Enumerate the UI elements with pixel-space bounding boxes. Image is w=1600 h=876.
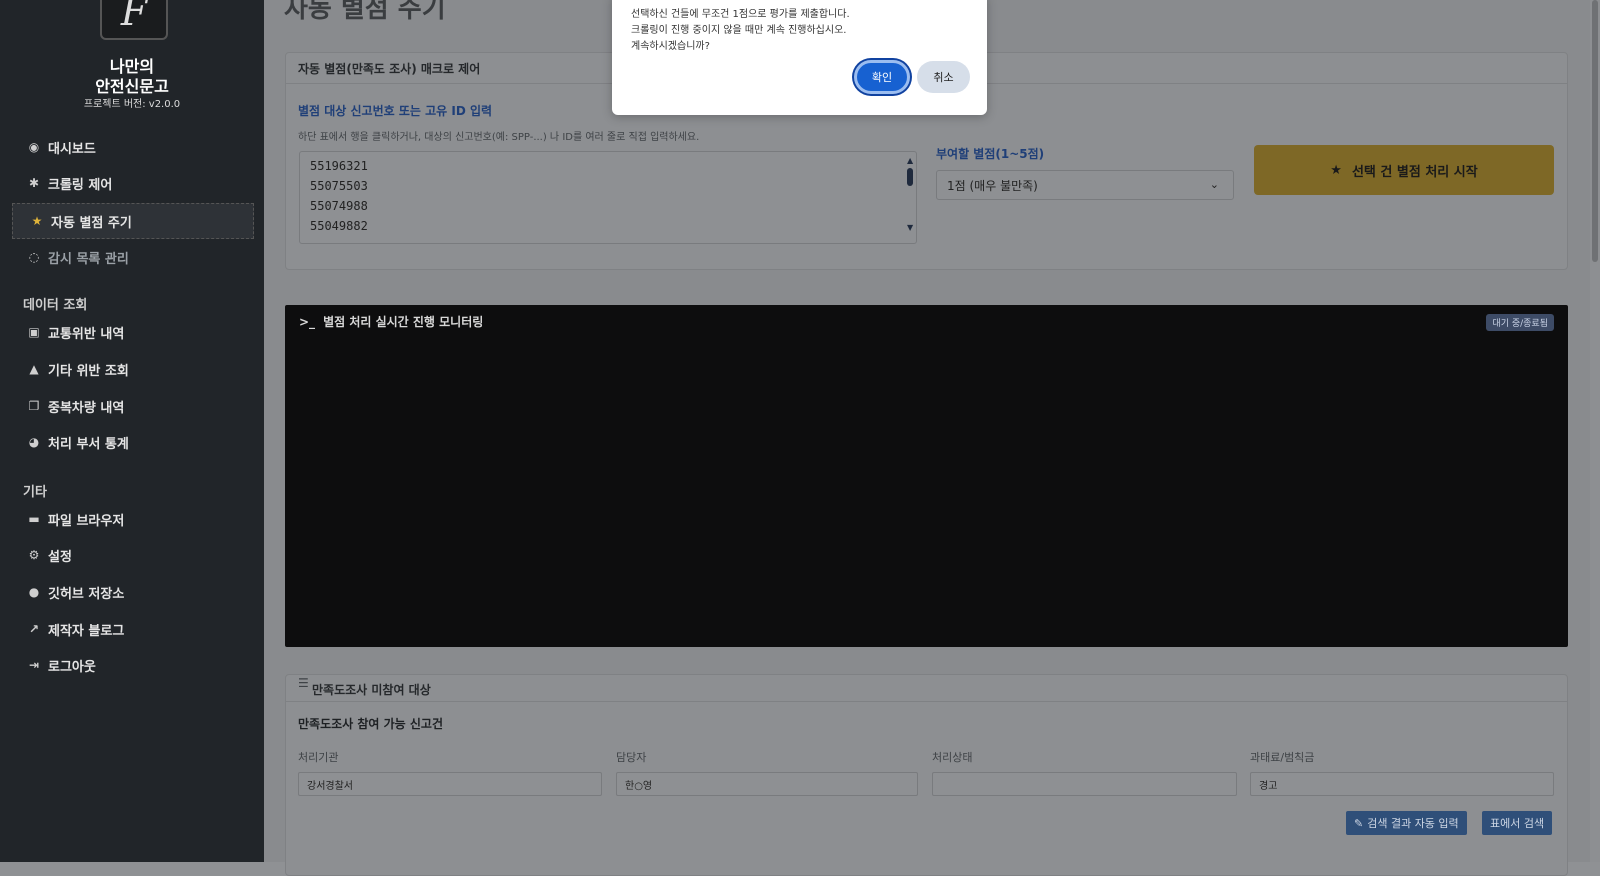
star-icon: ★ bbox=[1330, 162, 1342, 178]
eye-icon: ◌ bbox=[28, 250, 40, 264]
agency-input[interactable]: 강서경찰서 bbox=[298, 772, 602, 796]
sidebar-item-label: 대시보드 bbox=[48, 141, 96, 157]
officer-input[interactable]: 한○영 bbox=[616, 772, 918, 796]
sidebar-item-label: 처리 부서 통계 bbox=[48, 436, 129, 452]
fine-value: 경고 bbox=[1259, 780, 1278, 792]
car-icon: ▣ bbox=[28, 325, 40, 339]
sidebar-item-github[interactable]: ● 깃허브 저장소 bbox=[10, 575, 254, 609]
sidebar-item-watchlist[interactable]: ◌ 감시 목록 관리 bbox=[10, 240, 254, 274]
field-label: 처리기관 bbox=[298, 751, 339, 764]
auto-fill-button[interactable]: ✎ 검색 결과 자동 입력 bbox=[1346, 811, 1467, 835]
score-selected-value: 1점 (매우 불만족) bbox=[947, 178, 1038, 193]
cancel-button[interactable]: 취소 bbox=[917, 61, 970, 93]
sidebar-item-label: 중복차량 내역 bbox=[48, 400, 125, 416]
dialog-message-line: 크롤링이 진행 중이지 않을 때만 계속 진행하십시오. bbox=[631, 25, 847, 36]
ok-button[interactable]: 확인 bbox=[854, 60, 910, 94]
textarea-scrollbar[interactable]: ▲ ▼ bbox=[906, 156, 914, 232]
fine-input[interactable]: 경고 bbox=[1250, 772, 1554, 796]
sidebar-item-blog[interactable]: ↗ 제작자 블로그 bbox=[10, 612, 254, 646]
sidebar-item-traffic[interactable]: ▣ 교통위반 내역 bbox=[10, 315, 254, 349]
terminal-icon: >_ bbox=[299, 315, 316, 329]
id-line: 55049882 bbox=[310, 219, 368, 233]
table-search-button[interactable]: 표에서 검색 bbox=[1482, 811, 1553, 835]
section-header-data: 데이터 조회 bbox=[23, 298, 88, 313]
list-icon: ☰ bbox=[298, 676, 309, 690]
progress-terminal: >_ 별점 처리 실시간 진행 모니터링 대기 중/종료됨 bbox=[285, 305, 1568, 647]
sidebar: F 나만의 안전신문고 프로젝트 버전: v2.0.0 ◉ 대시보드 ✱ 크롤링… bbox=[0, 0, 264, 862]
page-scroll-thumb[interactable] bbox=[1592, 0, 1598, 262]
id-line: 55196321 bbox=[310, 159, 368, 173]
sidebar-item-label: 자동 별점 주기 bbox=[51, 215, 132, 231]
sidebar-item-label: 기타 위반 조회 bbox=[48, 363, 129, 379]
scroll-up-icon[interactable]: ▲ bbox=[907, 156, 913, 165]
sidebar-item-dashboard[interactable]: ◉ 대시보드 bbox=[10, 130, 254, 164]
score-label: 부여할 별점(1~5점) bbox=[936, 147, 1045, 161]
start-rating-button[interactable]: ★ 선택 건 별점 처리 시작 bbox=[1254, 145, 1554, 195]
auto-fill-label: 검색 결과 자동 입력 bbox=[1367, 817, 1459, 830]
table-search-label: 표에서 검색 bbox=[1490, 817, 1545, 830]
external-link-icon: ↗ bbox=[28, 622, 40, 636]
start-rating-label: 선택 건 별점 처리 시작 bbox=[1351, 164, 1478, 180]
sidebar-item-label: 교통위반 내역 bbox=[48, 326, 125, 342]
id-line: 55075503 bbox=[310, 179, 368, 193]
page-scrollbar[interactable] bbox=[1590, 0, 1600, 862]
score-select[interactable]: 1점 (매우 불만족) ⌄ bbox=[936, 170, 1234, 200]
terminal-title-text: 별점 처리 실시간 진행 모니터링 bbox=[323, 315, 484, 329]
sidebar-item-other-violations[interactable]: ▲ 기타 위반 조회 bbox=[10, 352, 254, 386]
status-badge: 대기 중/종료됨 bbox=[1486, 314, 1554, 331]
scroll-thumb[interactable] bbox=[907, 168, 913, 186]
gear-icon: ⚙ bbox=[28, 548, 40, 562]
pie-chart-icon: ◕ bbox=[28, 435, 40, 449]
page-title: 자동 별점 주기 bbox=[284, 0, 446, 24]
sidebar-item-crawling[interactable]: ✱ 크롤링 제어 bbox=[10, 166, 254, 200]
sidebar-item-logout[interactable]: ⇥ 로그아웃 bbox=[10, 648, 254, 682]
agency-value: 강서경찰서 bbox=[307, 780, 353, 792]
sidebar-item-label: 크롤링 제어 bbox=[48, 177, 113, 193]
github-icon: ● bbox=[28, 585, 40, 599]
star-icon: ★ bbox=[31, 214, 43, 228]
terminal-title: >_ 별점 처리 실시간 진행 모니터링 bbox=[299, 313, 483, 330]
logo: F bbox=[100, 0, 168, 40]
id-textarea[interactable]: 55196321 55075503 55074988 55049882 ▲ ▼ bbox=[299, 151, 917, 244]
survey-subheader: 만족도조사 참여 가능 신고건 bbox=[298, 717, 444, 731]
sidebar-item-auto-rating[interactable]: ★ 자동 별점 주기 bbox=[12, 203, 254, 239]
id-line: 55074988 bbox=[310, 199, 368, 213]
sidebar-item-file-browser[interactable]: ▬ 파일 브라우저 bbox=[10, 502, 254, 536]
sidebar-item-label: 파일 브라우저 bbox=[48, 513, 125, 529]
confirm-dialog: 선택하신 건들에 무조건 1점으로 평가를 제출합니다. 크롤링이 진행 중이지… bbox=[612, 0, 987, 115]
chevron-down-icon: ⌄ bbox=[1209, 178, 1219, 191]
section-header-etc: 기타 bbox=[23, 485, 47, 500]
card-header: 만족도조사 미참여 대상 bbox=[286, 675, 1567, 702]
version-text: 프로젝트 버전: v2.0.0 bbox=[83, 99, 181, 110]
sidebar-item-dept-stats[interactable]: ◕ 처리 부서 통계 bbox=[10, 425, 254, 459]
sidebar-item-settings[interactable]: ⚙ 설정 bbox=[10, 538, 254, 572]
status-input[interactable] bbox=[932, 772, 1237, 796]
sidebar-item-label: 로그아웃 bbox=[48, 659, 96, 675]
dialog-message-line: 계속하시겠습니까? bbox=[631, 41, 710, 52]
pencil-icon: ✎ bbox=[1354, 816, 1364, 830]
folder-icon: ▬ bbox=[28, 512, 40, 526]
brand-line2: 안전신문고 bbox=[95, 77, 169, 96]
field-label: 처리상태 bbox=[932, 751, 973, 764]
sidebar-item-label: 깃허브 저장소 bbox=[48, 586, 125, 602]
warning-icon: ▲ bbox=[29, 362, 39, 376]
officer-value: 한○영 bbox=[625, 780, 653, 792]
scroll-down-icon[interactable]: ▼ bbox=[907, 223, 913, 232]
gauge-icon: ◉ bbox=[28, 140, 40, 154]
sidebar-item-label: 감시 목록 관리 bbox=[48, 251, 129, 267]
field-label: 담당자 bbox=[616, 751, 647, 764]
field-label: 과태료/범칙금 bbox=[1250, 751, 1315, 764]
dialog-message-line: 선택하신 건들에 무조건 1점으로 평가를 제출합니다. bbox=[631, 9, 850, 20]
logout-icon: ⇥ bbox=[28, 658, 40, 672]
id-input-help: 하단 표에서 행을 클릭하거나, 대상의 신고번호(예: SPP-...) 나 … bbox=[298, 132, 700, 143]
sidebar-item-label: 제작자 블로그 bbox=[48, 623, 125, 639]
sidebar-item-duplicates[interactable]: ❐ 중복차량 내역 bbox=[10, 389, 254, 423]
sidebar-item-label: 설정 bbox=[48, 549, 72, 565]
bug-icon: ✱ bbox=[28, 176, 40, 190]
copy-icon: ❐ bbox=[28, 399, 40, 413]
id-input-label: 별점 대상 신고번호 또는 고유 ID 입력 bbox=[298, 104, 493, 118]
